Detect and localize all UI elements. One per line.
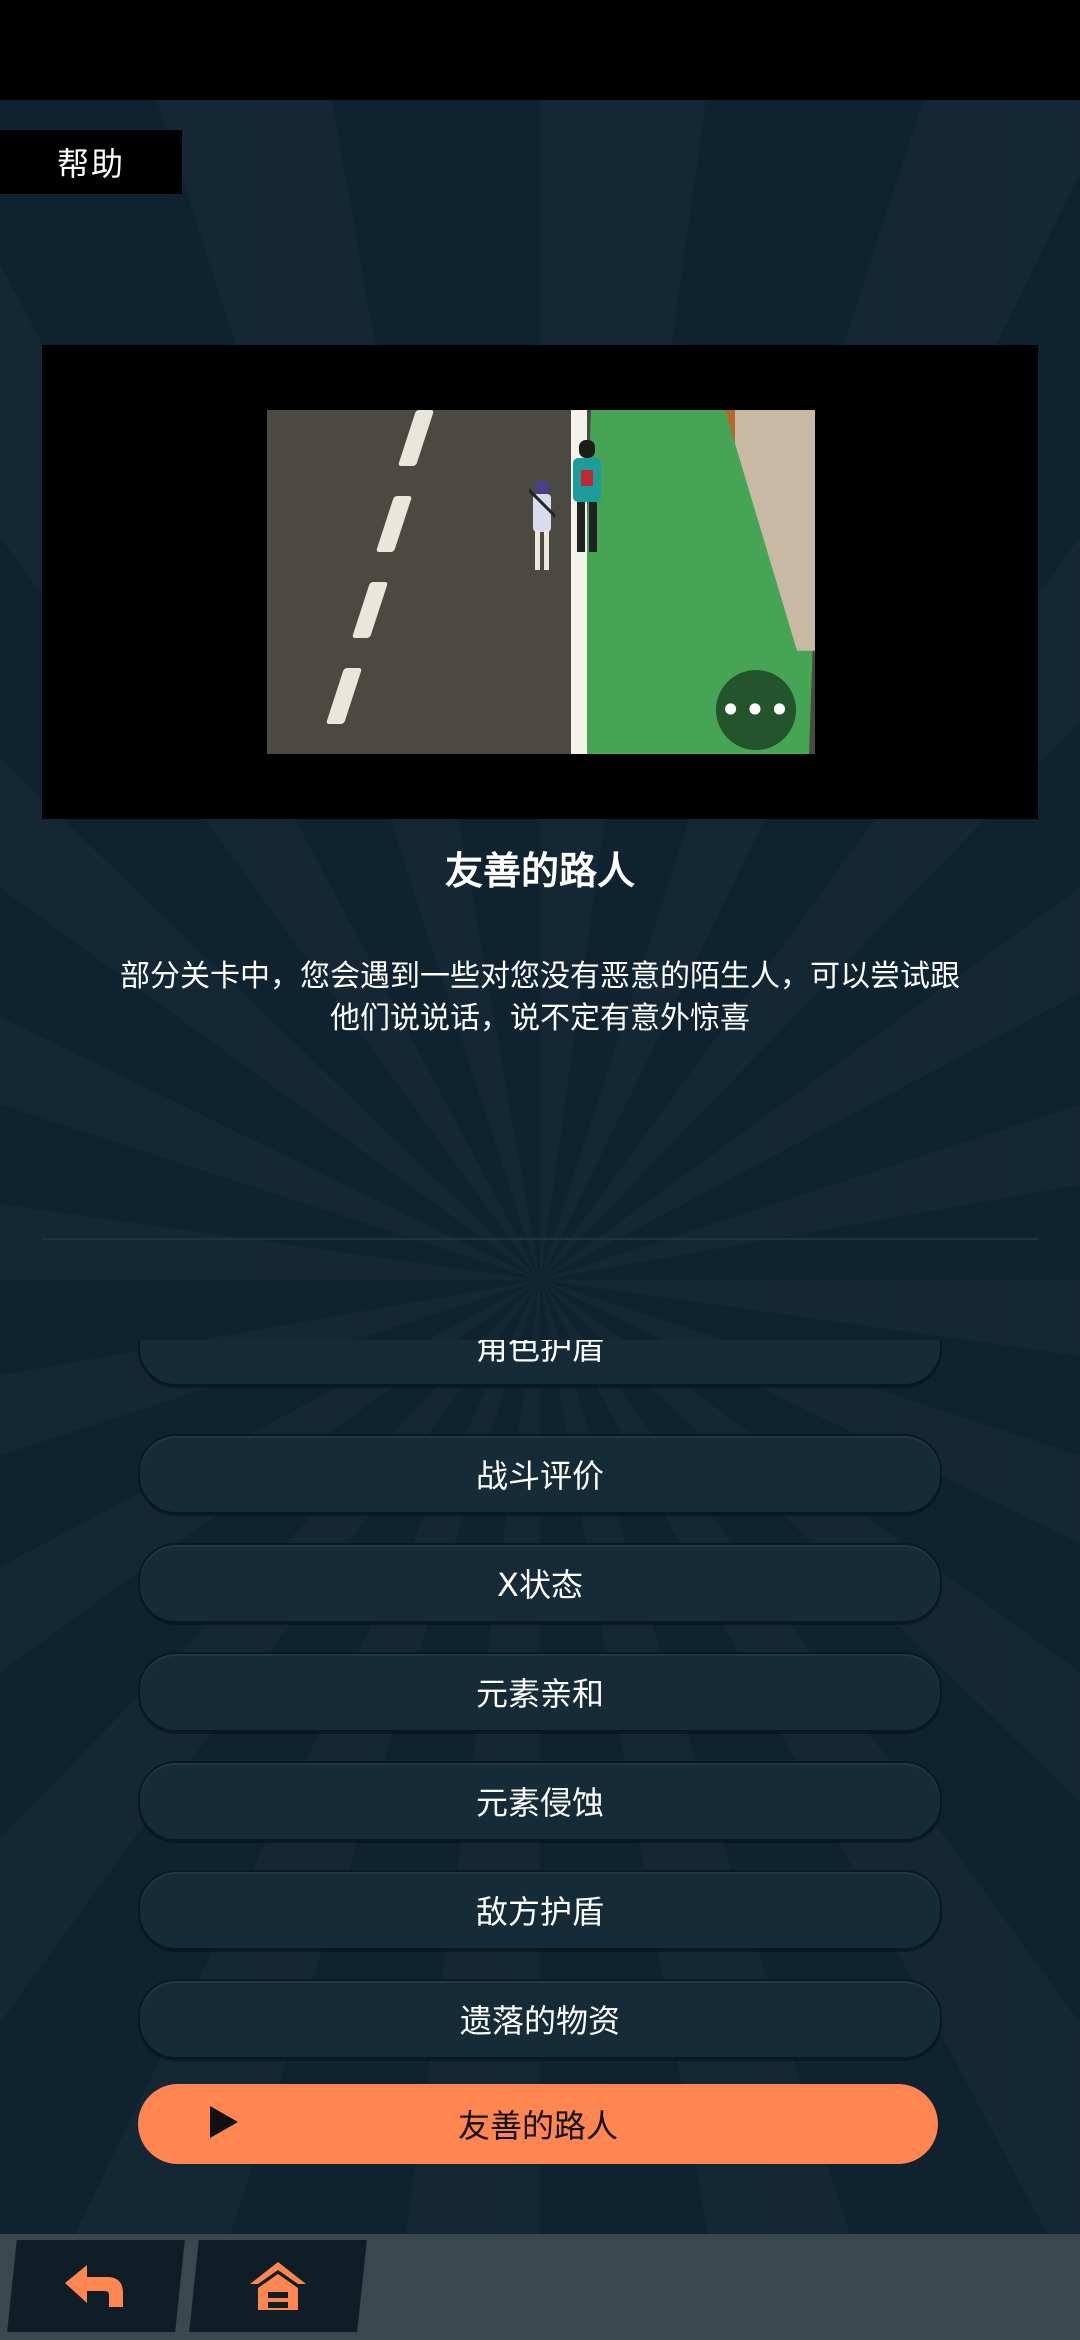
menu-item-label: 敌方护盾 [475, 1893, 604, 1931]
divider [42, 1238, 1038, 1240]
menu-item-label: 元素亲和 [475, 1675, 604, 1713]
back-button[interactable] [7, 2240, 185, 2332]
description-line-1: 部分关卡中，您会遇到一些对您没有恶意的陌生人，可以尝试跟 [120, 959, 960, 994]
topic-description: 部分关卡中，您会遇到一些对您没有恶意的陌生人，可以尝试跟 他们说说话，说不定有意… [70, 956, 1010, 1040]
more-options-icon: ••• [719, 688, 793, 732]
tutorial-media: ••• [42, 345, 1038, 819]
menu-item-label: 角色护盾 [475, 1340, 604, 1367]
home-button[interactable] [189, 2240, 367, 2332]
status-bar [0, 0, 1080, 100]
menu-item-x-state[interactable]: X状态 [138, 1543, 942, 1623]
lane-dash [325, 668, 363, 724]
topic-title: 友善的路人 [444, 849, 635, 893]
menu-item-battle-rating[interactable]: 战斗评价 [138, 1434, 942, 1514]
menu-item-enemy-shield[interactable]: 敌方护盾 [138, 1870, 942, 1950]
passerby-figure [573, 440, 601, 552]
menu-item-label: 战斗评价 [475, 1457, 604, 1495]
lane-dash [375, 496, 413, 552]
heroine-figure [529, 480, 555, 570]
lane-dash [351, 582, 389, 638]
menu-item-label: 遗落的物资 [459, 2002, 620, 2040]
tutorial-screenshot: ••• [267, 410, 815, 754]
menu-item-element-affinity[interactable]: 元素亲和 [138, 1652, 942, 1732]
menu-item-friendly-passerby[interactable]: 友善的路人 [138, 2084, 938, 2164]
home-icon [250, 2262, 306, 2310]
menu-item-element-erosion[interactable]: 元素侵蚀 [138, 1761, 942, 1841]
help-tab: 帮助 [0, 130, 182, 194]
description-line-2: 他们说说话，说不定有意外惊喜 [330, 1001, 750, 1036]
menu-item-label: 元素侵蚀 [475, 1784, 604, 1822]
menu-item-label: 友善的路人 [457, 2107, 618, 2145]
help-tab-label: 帮助 [56, 145, 125, 183]
back-arrow-icon [65, 2265, 123, 2307]
menu-item-lost-supplies[interactable]: 遗落的物资 [138, 1979, 942, 2059]
more-options-button[interactable]: ••• [716, 670, 796, 750]
play-icon [210, 2106, 238, 2138]
menu-item-label: X状态 [497, 1566, 583, 1604]
lane-dash [397, 410, 435, 466]
menu-item-shield[interactable]: 角色护盾 [138, 1340, 942, 1386]
help-topic-list[interactable]: 角色护盾 战斗评价 X状态 元素亲和 元素侵蚀 敌方护盾 遗落的物资 友善的路人 [138, 1340, 942, 2190]
